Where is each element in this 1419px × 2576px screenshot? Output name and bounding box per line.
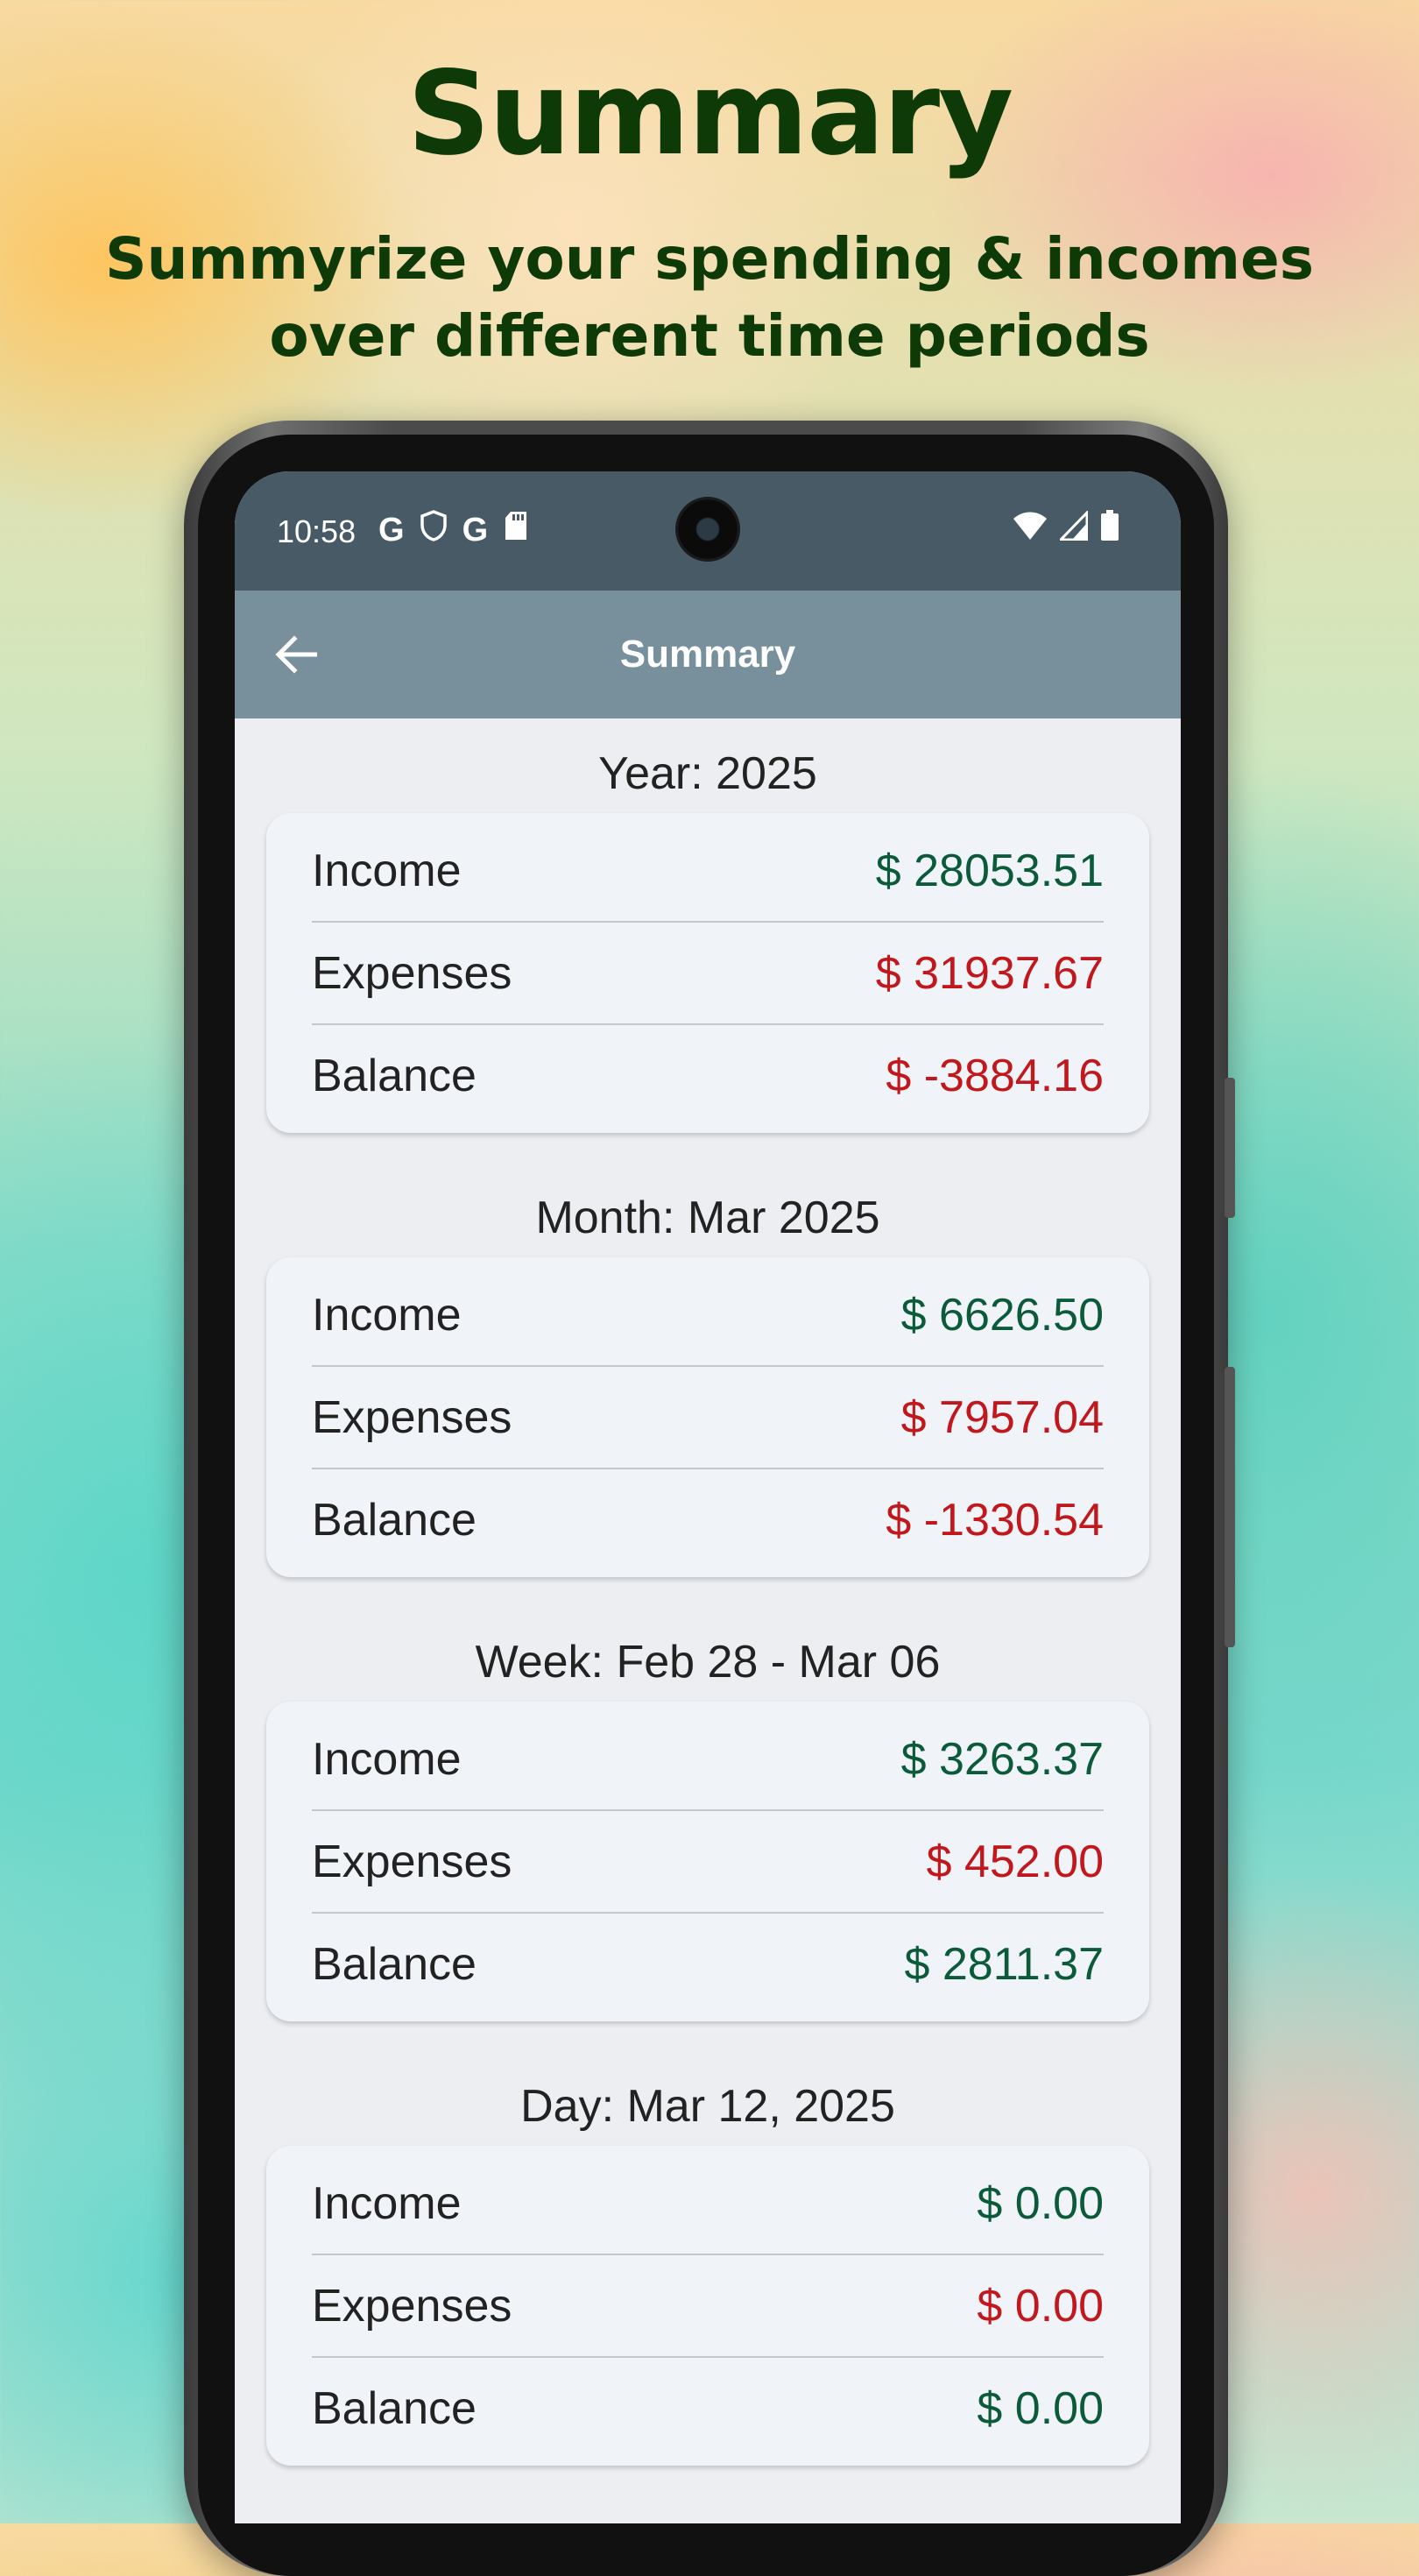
balance-value: $ 0.00	[977, 2382, 1104, 2434]
row-label: Balance	[312, 2382, 477, 2434]
summary-card: Income $ 3263.37 Expenses $ 452.00 Balan…	[266, 1702, 1149, 2021]
week-section: Week: Feb 28 - Mar 06 Income $ 3263.37 E…	[266, 1631, 1149, 2021]
front-camera	[678, 499, 738, 559]
balance-row: Balance $ -3884.16	[312, 1025, 1104, 1126]
promo-title: Summary	[406, 46, 1013, 181]
month-section: Month: Mar 2025 Income $ 6626.50 Expense…	[266, 1187, 1149, 1577]
balance-row: Balance $ 0.00	[312, 2358, 1104, 2459]
balance-value: $ -3884.16	[886, 1050, 1104, 1101]
year-section: Year: 2025 Income $ 28053.51 Expenses $ …	[266, 743, 1149, 1133]
expenses-value: $ 7957.04	[900, 1391, 1104, 1443]
period-header: Year: 2025	[598, 748, 817, 799]
expenses-row: Expenses $ 452.00	[312, 1811, 1104, 1914]
battery-icon	[1100, 510, 1119, 546]
volume-button	[1225, 1078, 1235, 1218]
app-screen: 10:58 G G Summary Year: 2025 Income $ 28…	[235, 471, 1181, 2523]
expenses-value: $ 452.00	[926, 1836, 1104, 1887]
status-icons-left: G G	[378, 510, 528, 549]
expenses-row: Expenses $ 7957.04	[312, 1367, 1104, 1469]
google-icon: G	[462, 511, 489, 548]
income-row: Income $ 28053.51	[312, 820, 1104, 923]
period-header: Day: Mar 12, 2025	[520, 2081, 895, 2132]
google-icon: G	[378, 511, 405, 548]
income-row: Income $ 6626.50	[312, 1264, 1104, 1367]
balance-value: $ 2811.37	[904, 1938, 1104, 1990]
row-label: Income	[312, 845, 462, 896]
day-section: Day: Mar 12, 2025 Income $ 0.00 Expenses…	[266, 2076, 1149, 2466]
summary-card: Income $ 6626.50 Expenses $ 7957.04 Bala…	[266, 1257, 1149, 1577]
expenses-value: $ 31937.67	[875, 947, 1104, 999]
income-value: $ 28053.51	[875, 845, 1104, 896]
row-label: Income	[312, 2177, 462, 2229]
signal-icon	[1057, 509, 1089, 545]
row-label: Expenses	[312, 1391, 512, 1443]
summary-card: Income $ 28053.51 Expenses $ 31937.67 Ba…	[266, 813, 1149, 1133]
income-row: Income $ 0.00	[312, 2153, 1104, 2255]
row-label: Expenses	[312, 1836, 512, 1887]
income-row: Income $ 3263.37	[312, 1709, 1104, 1811]
income-value: $ 0.00	[977, 2177, 1104, 2229]
summary-card: Income $ 0.00 Expenses $ 0.00 Balance $ …	[266, 2146, 1149, 2466]
row-label: Balance	[312, 1938, 477, 1990]
status-time: 10:58	[277, 513, 357, 549]
row-label: Income	[312, 1733, 462, 1785]
sd-card-icon	[504, 511, 528, 548]
shield-icon	[420, 510, 447, 549]
row-label: Income	[312, 1289, 462, 1341]
balance-row: Balance $ 2811.37	[312, 1914, 1104, 2014]
row-label: Balance	[312, 1494, 477, 1546]
expenses-value: $ 0.00	[977, 2280, 1104, 2332]
income-value: $ 6626.50	[900, 1289, 1104, 1341]
status-bar: 10:58 G G	[235, 471, 1181, 591]
period-header: Week: Feb 28 - Mar 06	[475, 1637, 941, 1688]
promo-subtitle: Summyrize your spending & incomes over d…	[104, 225, 1315, 370]
expenses-row: Expenses $ 0.00	[312, 2255, 1104, 2358]
row-label: Expenses	[312, 947, 512, 999]
balance-value: $ -1330.54	[886, 1494, 1104, 1546]
row-label: Balance	[312, 1050, 477, 1101]
app-bar-title: Summary	[619, 633, 796, 676]
app-bar: Summary	[235, 591, 1181, 718]
balance-row: Balance $ -1330.54	[312, 1469, 1104, 1570]
power-button	[1225, 1367, 1235, 1647]
period-header: Month: Mar 2025	[535, 1192, 880, 1243]
wifi-icon	[1013, 511, 1048, 545]
summary-list: Year: 2025 Income $ 28053.51 Expenses $ …	[235, 718, 1181, 2466]
income-value: $ 3263.37	[900, 1733, 1104, 1785]
status-icons-right	[1013, 509, 1119, 546]
expenses-row: Expenses $ 31937.67	[312, 923, 1104, 1025]
row-label: Expenses	[312, 2280, 512, 2332]
